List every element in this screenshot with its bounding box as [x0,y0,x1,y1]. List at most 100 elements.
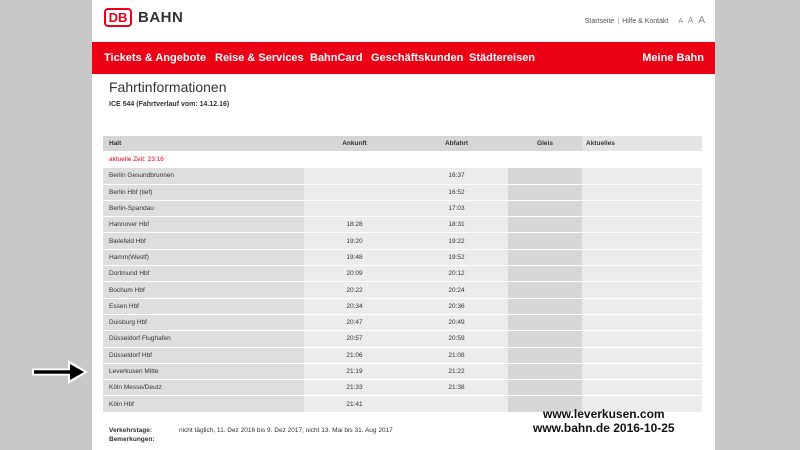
nav-geschaeftskunden[interactable]: Geschäftskunden [371,52,463,64]
platform [508,347,582,364]
departure-time: 20:36 [405,298,508,315]
nav-staedtereisen[interactable]: Städtereisen [469,52,535,64]
current-time: aktuelle Zeit: 23:16 [103,151,405,169]
current-info [582,184,702,201]
timetable: Halt Ankunft Abfahrt Gleis Aktuelles akt… [103,136,702,413]
stop-name: Dortmund Hbf [103,265,304,283]
nav-meine-bahn[interactable]: Meine Bahn [642,52,704,64]
font-size-small-button[interactable]: A [678,18,683,25]
stop-name: Bielefeld Hbf [103,232,304,250]
current-info [582,249,702,267]
table-row: Berlin-Spandau 17:03 [103,200,702,218]
page-title: Fahrtinformationen [109,79,227,95]
arrival-time: 20:57 [304,330,405,348]
departure-time: 21:08 [405,347,508,364]
arrival-time: 20:47 [304,314,405,332]
departure-time: 17:03 [405,200,508,218]
departure-time: 20:24 [405,281,508,299]
platform [508,379,582,397]
table-row: Hannover Hbf 18:28 18:31 [103,216,702,234]
current-info [582,232,702,250]
departure-time [405,395,508,413]
font-size-large-button[interactable]: A [698,15,705,26]
table-row: Bochum Hbf 20:22 20:24 [103,281,702,299]
table-row: Düsseldorf Flughafen 20:57 20:59 [103,330,702,348]
current-info [582,167,702,185]
col-halt: Halt [103,136,304,152]
platform [508,314,582,332]
platform [508,184,582,201]
platform [508,265,582,283]
table-row: Dortmund Hbf 20:09 20:12 [103,265,702,283]
train-subtitle: ICE 544 (Fahrtverlauf vom: 14.12.16) [109,101,230,108]
table-row: Hamm(Westf) 19:48 19:52 [103,249,702,267]
departure-time: 16:52 [405,184,508,201]
link-startseite[interactable]: Startseite [585,18,615,25]
stop-name: Düsseldorf Hbf [103,347,304,364]
stop-name: Essen Hbf [103,298,304,315]
platform [508,298,582,315]
table-row: Essen Hbf 20:34 20:36 [103,298,702,315]
table-row: Duisburg Hbf 20:47 20:49 [103,314,702,332]
current-info [582,330,702,348]
watermark-line2: www.bahn.de 2016-10-25 [533,421,675,435]
main-navigation: Tickets & Angebote Reise & Services Bahn… [92,42,715,74]
departure-time: 19:52 [405,249,508,267]
current-info [582,298,702,315]
arrival-time: 20:22 [304,281,405,299]
current-info [582,379,702,397]
table-row: Berlin Hbf (tief) 16:52 [103,184,702,201]
platform [508,281,582,299]
departure-time: 18:31 [405,216,508,234]
current-info [582,216,702,234]
arrival-time: 21:33 [304,379,405,397]
current-info [582,363,702,381]
departure-time: 19:22 [405,232,508,250]
current-info [582,314,702,332]
link-separator: | [617,18,620,25]
platform [508,249,582,267]
stop-name: Duisburg Hbf [103,314,304,332]
platform [508,363,582,381]
watermark-line1: www.leverkusen.com [543,407,665,421]
arrival-time: 21:41 [304,395,405,413]
arrival-time: 21:06 [304,347,405,364]
arrival-time: 19:48 [304,249,405,267]
table-row: Bielefeld Hbf 19:20 19:22 [103,232,702,250]
db-logo[interactable]: DB [104,8,132,27]
nav-bahncard[interactable]: BahnCard [310,52,363,64]
table-row: Berlin Gesundbrunnen 16:37 [103,167,702,185]
departure-time: 20:12 [405,265,508,283]
top-bar: DB BAHN Startseite | Hilfe & Kontakt A A A [92,0,715,42]
stop-name: Köln Messe/Deutz [103,379,304,397]
arrival-time: 20:34 [304,298,405,315]
bahn-logo-text[interactable]: BAHN [138,9,183,26]
col-aktuelles: Aktuelles [582,136,702,152]
current-info [582,347,702,364]
current-info [582,265,702,283]
platform [508,216,582,234]
stop-name: Berlin-Spandau [103,200,304,218]
departure-time: 21:38 [405,379,508,397]
arrival-time [304,184,405,201]
service-links: Startseite | Hilfe & Kontakt A A A [585,15,705,26]
departure-time: 20:49 [405,314,508,332]
platform [508,232,582,250]
departure-time: 16:37 [405,167,508,185]
col-abfahrt: Abfahrt [405,136,508,152]
platform [508,330,582,348]
table-row: Düsseldorf Hbf 21:06 21:08 [103,347,702,364]
stop-name: Bochum Hbf [103,281,304,299]
arrow-right-icon [32,360,88,384]
current-time-row: aktuelle Zeit: 23:16 [103,151,702,169]
stop-name: Düsseldorf Flughafen [103,330,304,348]
nav-reise-services[interactable]: Reise & Services [215,52,304,64]
link-hilfe-kontakt[interactable]: Hilfe & Kontakt [622,18,668,25]
font-size-medium-button[interactable]: A [688,16,693,25]
stop-name: Berlin Hbf (tief) [103,184,304,201]
table-row: Köln Messe/Deutz 21:33 21:38 [103,379,702,397]
stop-name: Hamm(Westf) [103,249,304,267]
nav-tickets-angebote[interactable]: Tickets & Angebote [104,52,206,64]
platform [508,167,582,185]
arrival-time [304,200,405,218]
